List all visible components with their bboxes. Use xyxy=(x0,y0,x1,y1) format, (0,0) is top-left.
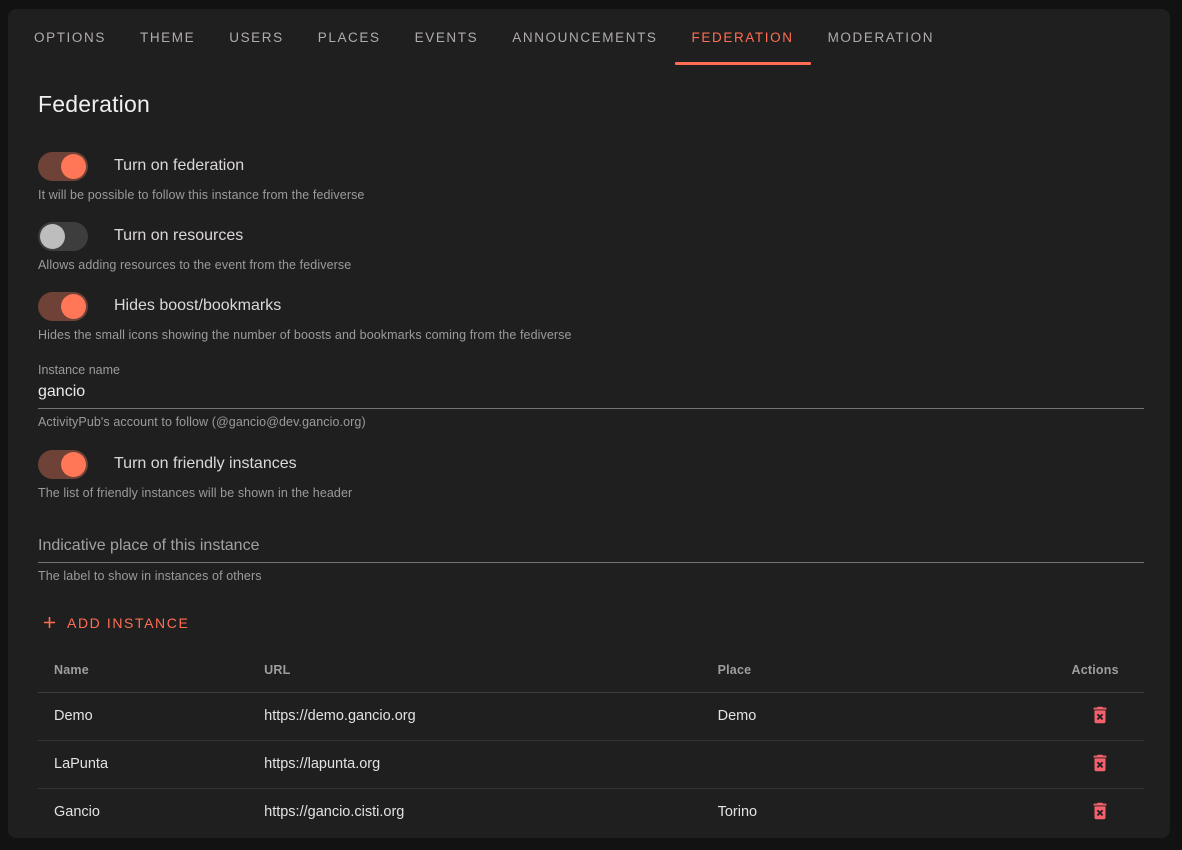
delete-instance-button[interactable] xyxy=(1087,798,1113,824)
boost-toggle[interactable] xyxy=(38,292,88,321)
resources-toggle[interactable] xyxy=(38,222,88,251)
cell-url: https://lapunta.org xyxy=(248,740,701,788)
tab-announcements[interactable]: ANNOUNCEMENTS xyxy=(495,9,674,65)
tab-theme[interactable]: THEME xyxy=(123,9,212,65)
instance-place-field-group: The label to show in instances of others xyxy=(38,534,1144,583)
cell-name: Demo xyxy=(38,692,248,740)
instance-place-hint: The label to show in instances of others xyxy=(38,569,1144,583)
instance-name-label: Instance name xyxy=(38,363,1144,377)
setting-resources: Turn on resources Allows adding resource… xyxy=(38,221,1144,272)
tab-options[interactable]: OPTIONS xyxy=(17,9,123,65)
plus-icon xyxy=(40,613,59,632)
tab-users[interactable]: USERS xyxy=(212,9,301,65)
friendly-toggle-hint: The list of friendly instances will be s… xyxy=(38,486,1144,500)
page-title: Federation xyxy=(38,91,1144,118)
boost-toggle-hint: Hides the small icons showing the number… xyxy=(38,328,1144,342)
col-header-url: URL xyxy=(248,648,701,692)
tab-places[interactable]: PLACES xyxy=(301,9,398,65)
delete-instance-button[interactable] xyxy=(1087,702,1113,728)
setting-federation: Turn on federation It will be possible t… xyxy=(38,151,1144,202)
trash-delete-icon xyxy=(1089,810,1111,825)
toggle-knob xyxy=(61,452,86,477)
cell-name: Gancio xyxy=(38,788,248,836)
toggle-knob xyxy=(40,224,65,249)
admin-tabs: OPTIONS THEME USERS PLACES EVENTS ANNOUN… xyxy=(8,9,1170,65)
instances-table: Name URL Place Actions Demo https://demo… xyxy=(38,648,1144,836)
toggle-knob xyxy=(61,294,86,319)
tab-moderation[interactable]: MODERATION xyxy=(811,9,952,65)
cell-place: Demo xyxy=(702,692,1056,740)
admin-panel: OPTIONS THEME USERS PLACES EVENTS ANNOUN… xyxy=(8,9,1170,838)
boost-toggle-label: Hides boost/bookmarks xyxy=(114,297,281,315)
tab-federation[interactable]: FEDERATION xyxy=(675,9,811,65)
add-instance-label: ADD INSTANCE xyxy=(67,615,189,631)
cell-url: https://demo.gancio.org xyxy=(248,692,701,740)
resources-toggle-label: Turn on resources xyxy=(114,227,243,245)
table-row: LaPunta https://lapunta.org xyxy=(38,740,1144,788)
instance-place-input[interactable] xyxy=(38,534,1144,563)
cell-url: https://gancio.cisti.org xyxy=(248,788,701,836)
federation-toggle[interactable] xyxy=(38,152,88,181)
federation-toggle-hint: It will be possible to follow this insta… xyxy=(38,188,1144,202)
table-row: Gancio https://gancio.cisti.org Torino xyxy=(38,788,1144,836)
resources-toggle-hint: Allows adding resources to the event fro… xyxy=(38,258,1144,272)
delete-instance-button[interactable] xyxy=(1087,750,1113,776)
setting-boost: Hides boost/bookmarks Hides the small ic… xyxy=(38,291,1144,342)
friendly-toggle-label: Turn on friendly instances xyxy=(114,455,297,473)
instance-name-field-group: Instance name ActivityPub's account to f… xyxy=(38,363,1144,429)
toggle-knob xyxy=(61,154,86,179)
trash-delete-icon xyxy=(1089,714,1111,729)
col-header-actions: Actions xyxy=(1056,648,1145,692)
table-row: Demo https://demo.gancio.org Demo xyxy=(38,692,1144,740)
instance-name-hint: ActivityPub's account to follow (@gancio… xyxy=(38,415,1144,429)
table-header-row: Name URL Place Actions xyxy=(38,648,1144,692)
col-header-name: Name xyxy=(38,648,248,692)
federation-toggle-label: Turn on federation xyxy=(114,157,244,175)
setting-friendly: Turn on friendly instances The list of f… xyxy=(38,449,1144,500)
cell-name: LaPunta xyxy=(38,740,248,788)
friendly-toggle[interactable] xyxy=(38,450,88,479)
federation-settings: Federation Turn on federation It will be… xyxy=(8,65,1170,836)
instance-name-input[interactable] xyxy=(38,380,1144,409)
cell-place xyxy=(702,740,1056,788)
col-header-place: Place xyxy=(702,648,1056,692)
add-instance-button[interactable]: ADD INSTANCE xyxy=(38,607,197,638)
trash-delete-icon xyxy=(1089,762,1111,777)
tab-events[interactable]: EVENTS xyxy=(398,9,496,65)
cell-place: Torino xyxy=(702,788,1056,836)
